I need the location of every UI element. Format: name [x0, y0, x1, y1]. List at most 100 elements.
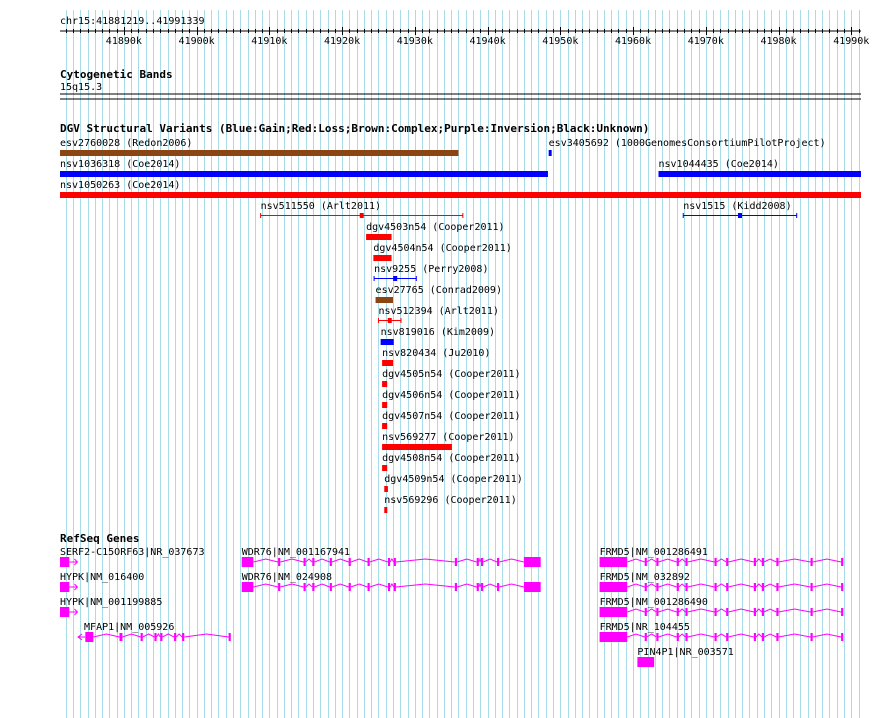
variant-bar[interactable] [60, 171, 548, 177]
gene-exon[interactable] [656, 583, 659, 591]
gene-exon[interactable] [656, 608, 659, 616]
gene-exon[interactable] [776, 633, 779, 641]
gene-exon[interactable] [523, 557, 541, 567]
gene-exon[interactable] [599, 632, 628, 642]
gene-exon[interactable] [726, 608, 729, 616]
variant-bar[interactable] [382, 360, 394, 366]
gene-exon[interactable] [60, 557, 70, 567]
gene-exon[interactable] [726, 583, 729, 591]
gene-exon[interactable] [714, 558, 717, 566]
gene-exon[interactable] [753, 558, 756, 566]
gene-exon[interactable] [228, 633, 231, 641]
gene-exon[interactable] [676, 558, 679, 566]
gene-exon[interactable] [312, 558, 315, 566]
gene-exon[interactable] [303, 558, 306, 566]
gene-exon[interactable] [810, 558, 813, 566]
gene-exon[interactable] [685, 608, 688, 616]
gene-exon[interactable] [481, 583, 484, 591]
gene-exon[interactable] [753, 608, 756, 616]
gene-exon[interactable] [841, 558, 844, 566]
variant-bar[interactable] [366, 234, 392, 240]
gene-exon[interactable] [476, 583, 479, 591]
gene-exon[interactable] [685, 633, 688, 641]
gene-exon[interactable] [119, 633, 123, 641]
variant-bar[interactable] [658, 171, 861, 177]
gene-exon[interactable] [348, 583, 351, 591]
gene-exon[interactable] [523, 582, 541, 592]
gene-exon[interactable] [278, 558, 281, 566]
gene-exon[interactable] [810, 583, 813, 591]
gene-exon[interactable] [241, 582, 254, 592]
variant-bar[interactable] [384, 486, 388, 492]
gene-exon[interactable] [810, 608, 813, 616]
gene-exon[interactable] [841, 633, 844, 641]
gene-exon[interactable] [753, 583, 756, 591]
gene-exon[interactable] [841, 608, 844, 616]
gene-exon[interactable] [599, 607, 628, 617]
gene-exon[interactable] [761, 583, 764, 591]
gene-exon[interactable] [761, 558, 764, 566]
gene-exon[interactable] [303, 583, 306, 591]
gene-exon[interactable] [644, 558, 647, 566]
gene-exon[interactable] [644, 583, 647, 591]
variant-bar[interactable] [60, 192, 861, 198]
variant-bar[interactable] [382, 444, 452, 450]
gene-exon[interactable] [454, 583, 458, 591]
gene-exon[interactable] [676, 608, 679, 616]
gene-exon[interactable] [174, 633, 177, 641]
gene-exon[interactable] [312, 583, 315, 591]
gene-exon[interactable] [841, 583, 844, 591]
gene-exon[interactable] [761, 633, 764, 641]
variant-bar[interactable] [373, 255, 392, 261]
gene-exon[interactable] [182, 633, 185, 641]
gene-exon[interactable] [726, 633, 729, 641]
gene-exon[interactable] [644, 633, 647, 641]
gene-exon[interactable] [714, 633, 717, 641]
gene-exon[interactable] [329, 558, 332, 566]
gene-exon[interactable] [348, 558, 351, 566]
variant-bar[interactable] [548, 150, 552, 156]
gene-exon[interactable] [637, 657, 655, 667]
gene-exon[interactable] [776, 583, 779, 591]
gene-exon[interactable] [154, 633, 157, 641]
gene-exon[interactable] [685, 558, 688, 566]
gene-exon[interactable] [676, 633, 679, 641]
variant-bar[interactable] [382, 381, 388, 387]
gene-exon[interactable] [776, 558, 779, 566]
gene-exon[interactable] [278, 583, 281, 591]
gene-exon[interactable] [497, 583, 500, 591]
gene-exon[interactable] [776, 608, 779, 616]
gene-exon[interactable] [676, 583, 679, 591]
variant-bar[interactable] [384, 507, 388, 513]
gene-exon[interactable] [656, 558, 659, 566]
gene-exon[interactable] [367, 558, 370, 566]
gene-exon[interactable] [644, 608, 647, 616]
gene-exon[interactable] [714, 583, 717, 591]
variant-bar[interactable] [60, 150, 459, 156]
gene-exon[interactable] [387, 583, 391, 591]
gene-exon[interactable] [387, 558, 391, 566]
gene-exon[interactable] [454, 558, 458, 566]
gene-exon[interactable] [753, 633, 756, 641]
gene-exon[interactable] [329, 583, 332, 591]
variant-bar[interactable] [382, 423, 388, 429]
gene-exon[interactable] [60, 582, 70, 592]
gene-exon[interactable] [476, 558, 479, 566]
gene-exon[interactable] [599, 557, 628, 567]
gene-exon[interactable] [761, 608, 764, 616]
gene-exon[interactable] [85, 632, 94, 642]
variant-bar[interactable] [382, 465, 388, 471]
gene-exon[interactable] [393, 583, 396, 591]
gene-exon[interactable] [160, 633, 163, 641]
gene-exon[interactable] [497, 558, 500, 566]
variant-bar[interactable] [375, 297, 394, 303]
gene-exon[interactable] [656, 633, 659, 641]
gene-exon[interactable] [60, 607, 70, 617]
gene-exon[interactable] [714, 608, 717, 616]
gene-exon[interactable] [481, 558, 484, 566]
variant-bar[interactable] [382, 402, 388, 408]
gene-exon[interactable] [393, 558, 396, 566]
gene-exon[interactable] [241, 557, 254, 567]
gene-exon[interactable] [810, 633, 813, 641]
gene-exon[interactable] [599, 582, 628, 592]
